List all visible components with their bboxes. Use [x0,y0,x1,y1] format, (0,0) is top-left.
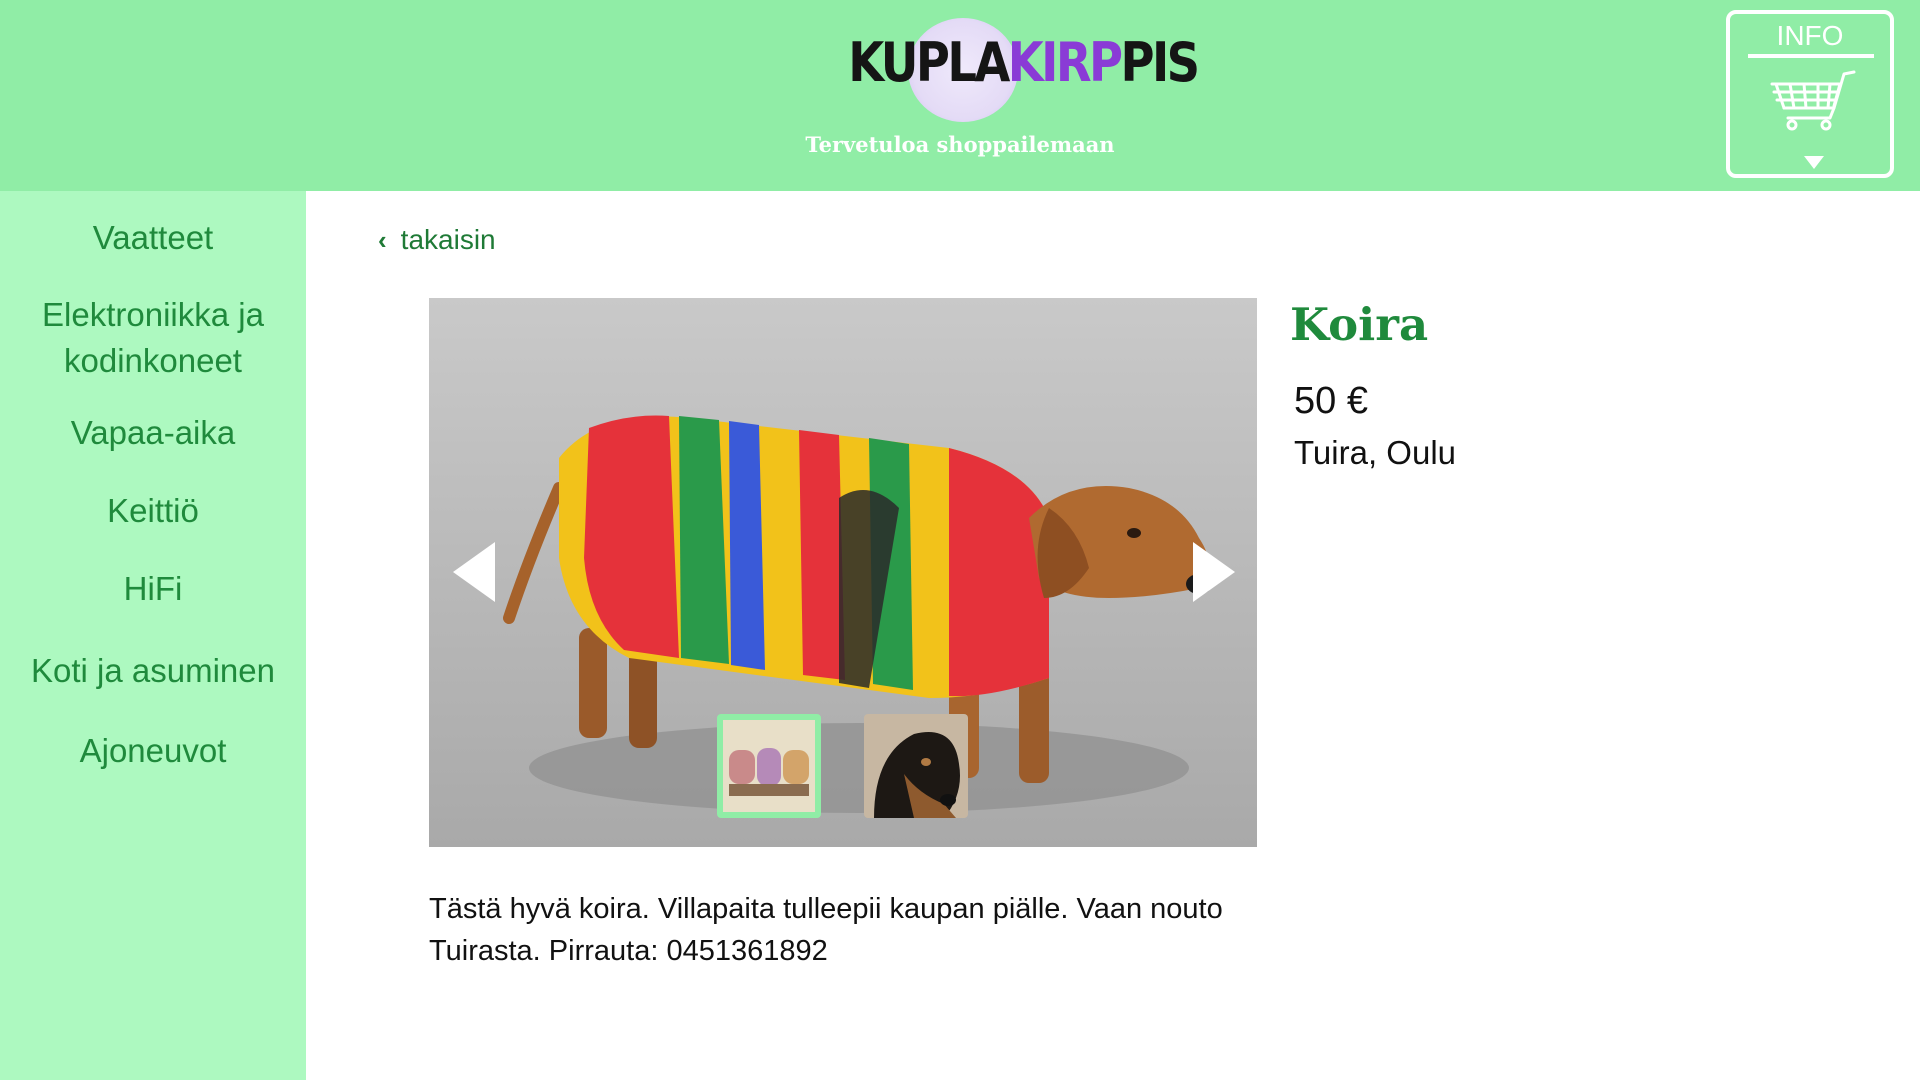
back-link-label: takaisin [400,224,496,255]
gallery-thumbnail-2[interactable] [864,714,968,818]
info-divider [1748,54,1874,58]
back-link[interactable]: ‹ takaisin [378,220,496,260]
logo-text: KUPLAKIRPPIS [848,36,1200,90]
dog-in-sweater-thumbnail [723,720,815,812]
sidebar-item-koti-ja-asuminen[interactable]: Koti ja asuminen [0,648,306,694]
product-photo [429,298,1257,847]
site-header: KUPLAKIRPPIS Tervetuloa shoppailemaan IN… [0,0,1920,191]
dachshund-head-thumbnail [864,714,968,818]
sidebar-item-ajoneuvot[interactable]: Ajoneuvot [0,728,306,774]
previous-image-arrow-icon[interactable] [451,540,499,604]
category-sidebar: Vaatteet Elektroniikka ja kodinkoneet Va… [0,191,306,1080]
sidebar-item-vaatteet[interactable]: Vaatteet [0,215,306,261]
sidebar-item-keittio[interactable]: Keittiö [0,488,306,534]
info-label: INFO [1776,20,1844,51]
chevron-left-icon: ‹ [378,224,387,255]
gallery-thumbnail-1[interactable] [717,714,821,818]
info-cart-button[interactable]: INFO [1726,10,1894,178]
shopping-cart-icon [1770,70,1856,131]
logo-text-part-3: PIS [1120,31,1201,94]
product-location: Tuira, Oulu [1294,434,1457,471]
product-price: 50 € [1294,380,1368,422]
product-description: Tästä hyvä koira. Villapaita tulleepii k… [429,893,1223,967]
chevron-down-icon [1804,156,1824,169]
logo-text-part-1: KUPLA [848,31,1010,94]
logo-text-part-2: KIRP [1007,31,1123,94]
site-tagline: Tervetuloa shoppailemaan [805,132,1115,157]
sidebar-item-elektroniikka[interactable]: Elektroniikka ja kodinkoneet [30,292,276,384]
sidebar-item-hifi[interactable]: HiFi [0,566,306,612]
site-logo[interactable]: KUPLAKIRPPIS [830,14,1200,129]
next-image-arrow-icon[interactable] [1189,540,1237,604]
product-title: Koira [1290,298,1429,351]
sidebar-item-vapaa-aika[interactable]: Vapaa-aika [0,410,306,456]
image-gallery [429,298,1257,847]
